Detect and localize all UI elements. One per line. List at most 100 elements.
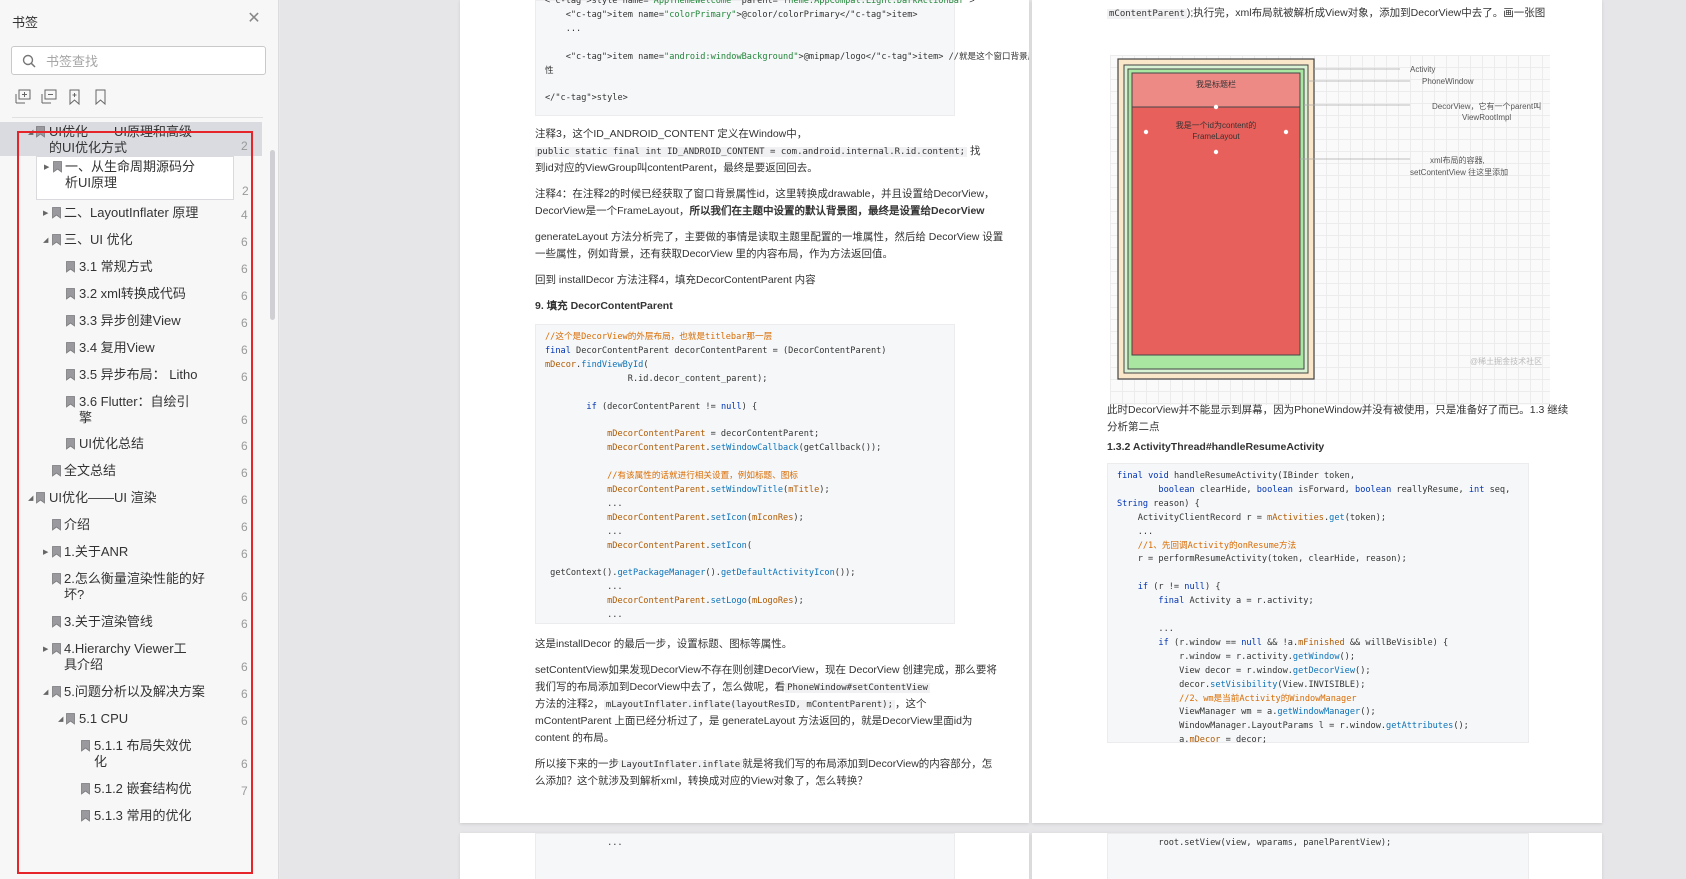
collapse-toggle-icon[interactable]: ◢ (58, 716, 66, 724)
bookmark-label: UI优化——UI 渲染 (49, 490, 157, 505)
bookmark-item[interactable]: ◢ UI优化——UI 渲染 6 (0, 488, 262, 510)
bookmark-item[interactable]: 5.1.2 嵌套结构优 7 (0, 779, 262, 801)
bookmark-item[interactable]: ▶ 1.关于ANR 6 (0, 542, 262, 564)
bookmark-item[interactable]: 5.1.1 布局失效优化 6 (0, 736, 262, 774)
bookmark-label: 3.6 Flutter：自绘引擎 (79, 394, 190, 425)
label-activity: Activity (1410, 65, 1435, 74)
bookmark-tree: ◢ UI优化——UI原理和高级 的UI优化方式 2 ▶ 一、从生命周期源码分 析UI原理 2 ▶… (0, 122, 272, 879)
search-icon (22, 54, 36, 68)
bookmark-item[interactable]: 3.2 xml转换成代码 6 (0, 284, 262, 306)
label-viewrootimpl: ViewRootImpl (1462, 113, 1511, 122)
bookmark-page-number: 6 (241, 316, 248, 330)
close-icon[interactable]: ✕ (245, 10, 263, 28)
collapse-toggle-icon[interactable]: ◢ (43, 689, 51, 697)
bookmark-item[interactable]: ▶ 一、从生命周期源码分 析UI原理 2 (36, 156, 249, 200)
bookmark-icon (66, 288, 75, 300)
bookmark-item[interactable]: ◢ UI优化——UI原理和高级 的UI优化方式 2 (0, 122, 262, 156)
expand-all-icon[interactable] (14, 88, 34, 108)
bookmark-item[interactable]: 3.6 Flutter：自绘引擎 6 (0, 392, 262, 430)
expand-toggle-icon[interactable]: ▶ (43, 549, 51, 557)
bookmark-label: 二、LayoutInflater 原理 (64, 205, 199, 220)
expand-toggle-icon[interactable]: ▶ (44, 164, 52, 172)
bookmark-item[interactable]: 2.怎么衡量渲染性能的好 坏? 6 (0, 569, 262, 607)
bookmark-page-number: 6 (241, 235, 248, 249)
diagram-watermark: @稀土掘金技术社区 (1470, 356, 1542, 366)
gen-line1: generateLayout 方法分析完了，主要做的事情是读取主题里配置的一堆属… (535, 231, 1004, 243)
page-right: mContentParent);执行完，xml布局就被解析成View对象，添加到… (1032, 0, 1602, 823)
bookmark-page-number: 6 (241, 289, 248, 303)
bookmark-item[interactable]: ▶ 二、LayoutInflater 原理 4 (0, 203, 262, 225)
bookmark-search-field[interactable] (11, 46, 266, 75)
bookmark-page-number: 6 (241, 547, 248, 561)
code-block-decor: //这个是DecorView的外层布局，也就是titlebar那一层 final… (535, 324, 955, 624)
bookmark-page-number: 6 (241, 439, 248, 453)
bookmark-label: 5.1.1 布局失效优化 (94, 738, 192, 769)
bookmark-page-number: 6 (241, 714, 248, 728)
bookmark-item[interactable]: 5.1.3 常用的优化 (0, 806, 262, 828)
para-last-step: 这是installDecor 的最后一步，设置标题、图标等属性。 (535, 638, 793, 650)
bookmark-icon (52, 643, 61, 655)
collapse-toggle-icon[interactable]: ◢ (43, 237, 51, 245)
back-line: 回到 installDecor 方法注释4，填充DecorContentPare… (535, 274, 816, 286)
bookmark-item[interactable]: 3.5 异步布局： Litho 6 (0, 365, 262, 387)
bookmark-label: 4.Hierarchy Viewer工 具介绍 (64, 641, 187, 672)
bookmark-label: 全文总结 (64, 463, 117, 478)
bookmark-item[interactable]: ◢ 5.1 CPU 6 (0, 709, 262, 731)
diagram-svg: Activity PhoneWindow DecorView，它有一个paren… (1117, 58, 1542, 380)
bookmark-icon (52, 519, 61, 531)
code-bottom-right-line: root.setView(view, wparams, panelParentV… (1117, 838, 1392, 848)
bookmark-item[interactable]: 3.1 常规方式 6 (0, 257, 262, 279)
code-bottom-left-line: ... (545, 838, 623, 848)
collapse-toggle-icon[interactable]: ◢ (28, 129, 36, 137)
bookmark-item[interactable]: 3.关于渲染管线 6 (0, 612, 262, 634)
note4-line2: DecorView是一个FrameLayout，所以我们在主题中设置的默认背景图… (535, 205, 985, 217)
bookmark-label: UI优化——UI原理和高级 的UI优化方式 (49, 124, 193, 155)
bookmark-label: 3.5 异步布局： Litho (79, 367, 198, 382)
code-block-bottom-left: ... (535, 833, 955, 879)
code-resume-lines: final void handleResumeActivity(IBinder … (1117, 471, 1511, 746)
bookmark-icon (36, 492, 45, 504)
bookmark-item[interactable]: 3.4 复用View 6 (0, 338, 262, 360)
para-scv-4: mContentParent 上面已经分析过了，是 generateLayout… (535, 715, 973, 727)
bookmark-icon (52, 573, 61, 585)
bookmark-page-number: 6 (241, 757, 248, 771)
diagram-title-bar: 我是标题栏 (1196, 79, 1236, 89)
bookmark-label: 3.2 xml转换成代码 (79, 286, 186, 301)
bookmark-item[interactable]: 介绍 6 (0, 515, 262, 537)
document-viewer: <"c-tag">style name="AppThemeWelcome" pa… (280, 0, 1686, 879)
bookmark-page-number: 6 (241, 413, 248, 427)
add-bookmark-icon[interactable] (66, 88, 86, 108)
bookmark-icon (81, 810, 90, 822)
expand-toggle-icon[interactable]: ▶ (43, 210, 51, 218)
divider (12, 117, 263, 118)
bookmark-icon (66, 261, 75, 273)
bookmark-icon (66, 396, 75, 408)
bookmark-item[interactable]: UI优化总结 6 (0, 434, 262, 456)
bookmark-item[interactable]: 3.3 异步创建View 6 (0, 311, 262, 333)
bookmark-page-number: 6 (241, 466, 248, 480)
bookmark-icon (36, 126, 45, 138)
bookmark-label: 3.3 异步创建View (79, 313, 181, 328)
note3-line1: 注释3，这个ID_ANDROID_CONTENT 定义在Window中， (535, 128, 808, 140)
bookmark-search-input[interactable] (46, 51, 256, 71)
bookmark-label: 一、从生命周期源码分 析UI原理 (65, 159, 196, 190)
bookmark-label: 3.关于渲染管线 (64, 614, 153, 629)
bookmark-item[interactable]: 全文总结 6 (0, 461, 262, 483)
bookmark-page-number: 6 (241, 262, 248, 276)
bookmark-item[interactable]: ▶ 4.Hierarchy Viewer工 具介绍 6 (0, 639, 262, 677)
decorview-diagram: Activity PhoneWindow DecorView，它有一个paren… (1110, 55, 1550, 405)
bookmark-item[interactable]: ◢ 三、UI 优化 6 (0, 230, 262, 252)
para-scv-1: setContentView如果发现DecorView不存在则创建DecorVi… (535, 664, 997, 676)
expand-toggle-icon[interactable]: ▶ (43, 646, 51, 654)
bookmark-icon (52, 686, 61, 698)
collapse-all-icon[interactable] (40, 88, 60, 108)
heading-1-3-2: 1.3.2 ActivityThread#handleResumeActivit… (1107, 441, 1325, 453)
bookmark-icon[interactable] (92, 88, 112, 108)
bookmark-item[interactable]: ◢ 5.问题分析以及解决方案 6 (0, 682, 262, 704)
collapse-toggle-icon[interactable]: ◢ (28, 495, 36, 503)
sidebar-scrollbar[interactable] (270, 150, 275, 320)
bookmark-icon (81, 740, 90, 752)
bookmark-label: 5.1 CPU (79, 711, 129, 726)
note3-line3: 到id对应的ViewGroup叫contentParent，最终是要返回回去。 (535, 162, 818, 174)
bookmark-icon (66, 369, 75, 381)
